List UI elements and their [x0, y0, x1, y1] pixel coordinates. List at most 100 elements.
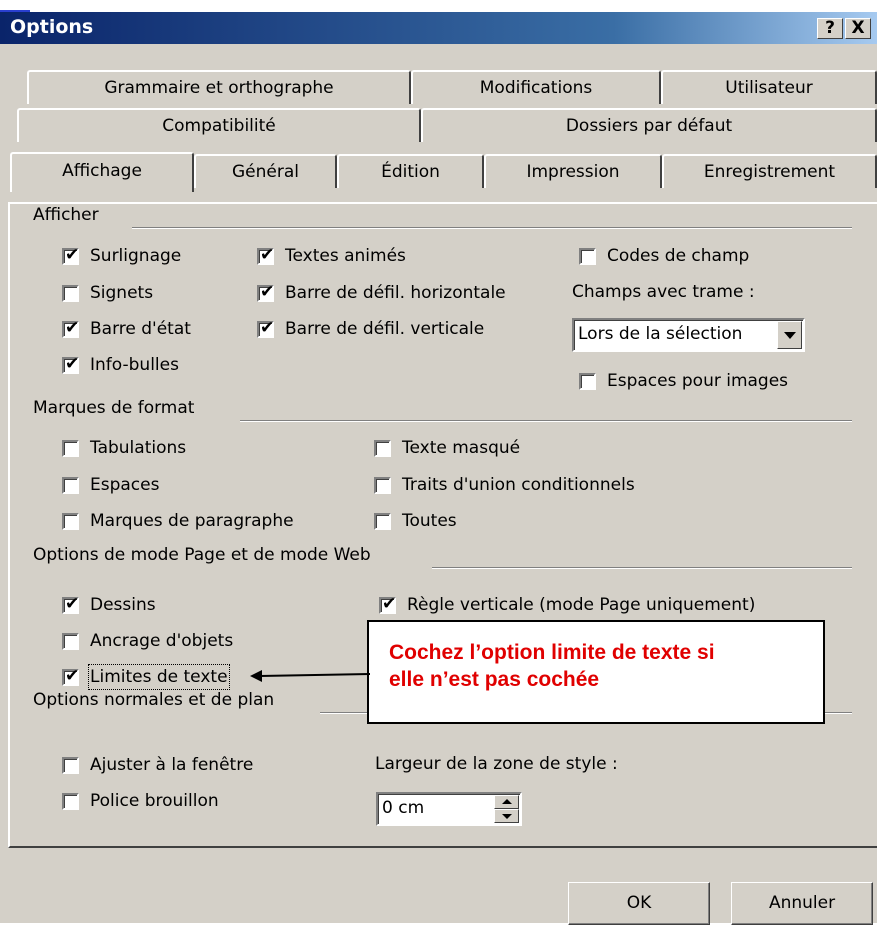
checkbox-texte-masque[interactable]: Texte masqué: [374, 437, 520, 459]
tab-edition[interactable]: Édition: [337, 154, 484, 188]
ok-button[interactable]: OK: [568, 882, 710, 925]
checkbox-label: Info-bulles: [90, 355, 179, 375]
annotation-callout: Cochez l’option limite de texte si elle …: [367, 620, 825, 724]
checkbox-box[interactable]: ✔: [257, 245, 274, 265]
tab-dossiers[interactable]: Dossiers par défaut: [421, 108, 877, 142]
checkbox-box[interactable]: ✔: [62, 593, 80, 614]
checkbox-box[interactable]: ✔: [257, 282, 274, 302]
checkbox-label: Dessins: [90, 595, 156, 615]
checkbox-box[interactable]: [62, 756, 79, 774]
callout-arrow-icon: [250, 670, 371, 682]
checkbox-box[interactable]: ✔: [257, 318, 274, 338]
checkbox-box[interactable]: [62, 792, 79, 810]
group-label-marques: Marques de format: [33, 398, 201, 418]
checkbox-label: Texte masqué: [402, 438, 521, 458]
checkbox-box[interactable]: ✔: [62, 665, 80, 686]
checkbox-espaces[interactable]: Espaces: [62, 474, 159, 496]
checkbox-box[interactable]: [374, 512, 391, 530]
cancel-button[interactable]: Annuler: [731, 882, 873, 925]
check-icon: ✔: [65, 593, 80, 614]
largeur-style-spinner[interactable]: 0 cm: [376, 792, 522, 826]
checkbox-label: Textes animés: [285, 246, 406, 266]
checkbox-espaces-images[interactable]: Espaces pour images: [579, 370, 788, 392]
checkbox-marques-paragraphe[interactable]: Marques de paragraphe: [62, 510, 294, 532]
tab-general[interactable]: Général: [194, 154, 337, 188]
checkbox-box[interactable]: [579, 372, 596, 390]
check-icon: ✔: [65, 665, 80, 686]
arrow-down-icon: [502, 814, 512, 819]
callout-line-2: elle n’est pas cochée: [389, 668, 600, 691]
checkbox-toutes[interactable]: Toutes: [374, 510, 457, 532]
options-dialog: Options ? X Grammaire et orthographe Mod…: [0, 12, 877, 925]
checkbox-box[interactable]: [62, 632, 79, 650]
checkbox-police-brouillon[interactable]: Police brouillon: [62, 790, 219, 812]
checkbox-box[interactable]: [62, 512, 79, 530]
checkbox-ajuster[interactable]: Ajuster à la fenêtre: [62, 754, 253, 776]
checkbox-traits-union[interactable]: Traits d'union conditionnels: [374, 474, 635, 496]
checkbox-box[interactable]: ✔: [62, 245, 79, 265]
checkbox-label: Espaces: [90, 475, 160, 495]
champs-trame-label: Champs avec trame :: [572, 282, 755, 302]
arrow-up-icon: [502, 799, 512, 804]
check-icon: ✔: [65, 317, 80, 338]
checkbox-label: Marques de paragraphe: [90, 511, 294, 531]
tab-compatibilite[interactable]: Compatibilité: [17, 108, 421, 142]
spin-up-button[interactable]: [494, 795, 519, 809]
close-button[interactable]: X: [845, 18, 871, 39]
checkbox-label: Ancrage d'objets: [90, 631, 234, 651]
group-label-normales: Options normales et de plan: [33, 690, 281, 710]
checkbox-box[interactable]: [374, 476, 391, 494]
divider: [432, 567, 852, 569]
checkbox-label: Limites de texte: [88, 664, 230, 690]
checkbox-tabulations[interactable]: Tabulations: [62, 437, 186, 459]
checkbox-limites-texte[interactable]: ✔ Limites de texte: [62, 664, 230, 690]
checkbox-box[interactable]: [374, 439, 391, 457]
help-button[interactable]: ?: [817, 18, 843, 39]
checkbox-box[interactable]: [62, 284, 79, 302]
checkbox-defil-horizontale[interactable]: ✔ Barre de défil. horizontale: [257, 282, 506, 304]
callout-line-1: Cochez l’option limite de texte si: [389, 641, 715, 664]
checkbox-info-bulles[interactable]: ✔ Info-bulles: [62, 354, 179, 376]
tab-utilisateur[interactable]: Utilisateur: [661, 70, 877, 104]
checkbox-box[interactable]: ✔: [379, 594, 396, 614]
checkbox-label: Tabulations: [90, 438, 187, 458]
checkbox-label: Toutes: [402, 511, 457, 531]
checkbox-surlignage[interactable]: ✔ Surlignage: [62, 245, 181, 267]
chevron-down-icon: [784, 332, 796, 339]
checkbox-barre-etat[interactable]: ✔ Barre d'état: [62, 318, 191, 340]
dialog-title: Options: [10, 16, 94, 38]
checkbox-dessins[interactable]: ✔ Dessins: [62, 594, 156, 616]
checkbox-label: Signets: [90, 283, 154, 303]
checkbox-box[interactable]: ✔: [62, 317, 80, 338]
checkbox-label: Barre de défil. horizontale: [285, 283, 506, 303]
checkbox-label: Barre d'état: [90, 319, 191, 339]
tab-grammaire[interactable]: Grammaire et orthographe: [27, 70, 411, 104]
spinner-value: 0 cm: [382, 798, 425, 818]
check-icon: ✔: [65, 353, 80, 374]
group-label-afficher: Afficher: [33, 205, 105, 225]
tab-impression[interactable]: Impression: [484, 154, 662, 188]
divider: [132, 227, 852, 229]
checkbox-textes-animes[interactable]: ✔ Textes animés: [257, 245, 406, 267]
champs-trame-select[interactable]: Lors de la sélection: [572, 318, 805, 352]
checkbox-box[interactable]: [62, 439, 79, 457]
largeur-style-label: Largeur de la zone de style :: [375, 754, 618, 774]
tab-affichage[interactable]: Affichage: [10, 152, 194, 192]
spinner-buttons: [494, 795, 519, 823]
tab-modifications[interactable]: Modifications: [411, 70, 661, 104]
checkbox-ancrage[interactable]: Ancrage d'objets: [62, 630, 233, 652]
checkbox-regle-verticale[interactable]: ✔ Règle verticale (mode Page uniquement): [379, 594, 755, 616]
checkbox-label: Règle verticale (mode Page uniquement): [407, 595, 756, 615]
spin-down-button[interactable]: [494, 809, 519, 823]
tab-enregistrement[interactable]: Enregistrement: [662, 154, 877, 188]
checkbox-box[interactable]: [62, 476, 79, 494]
checkbox-defil-verticale[interactable]: ✔ Barre de défil. verticale: [257, 318, 484, 340]
checkbox-codes-champ[interactable]: Codes de champ: [579, 245, 749, 267]
title-bar: Options ? X: [0, 12, 877, 44]
checkbox-box[interactable]: ✔: [62, 353, 80, 374]
checkbox-box[interactable]: [579, 247, 596, 265]
checkbox-signets[interactable]: Signets: [62, 282, 153, 304]
dropdown-button[interactable]: [777, 321, 802, 349]
divider: [240, 420, 852, 422]
top-link-fragment[interactable]: [0, 0, 30, 12]
